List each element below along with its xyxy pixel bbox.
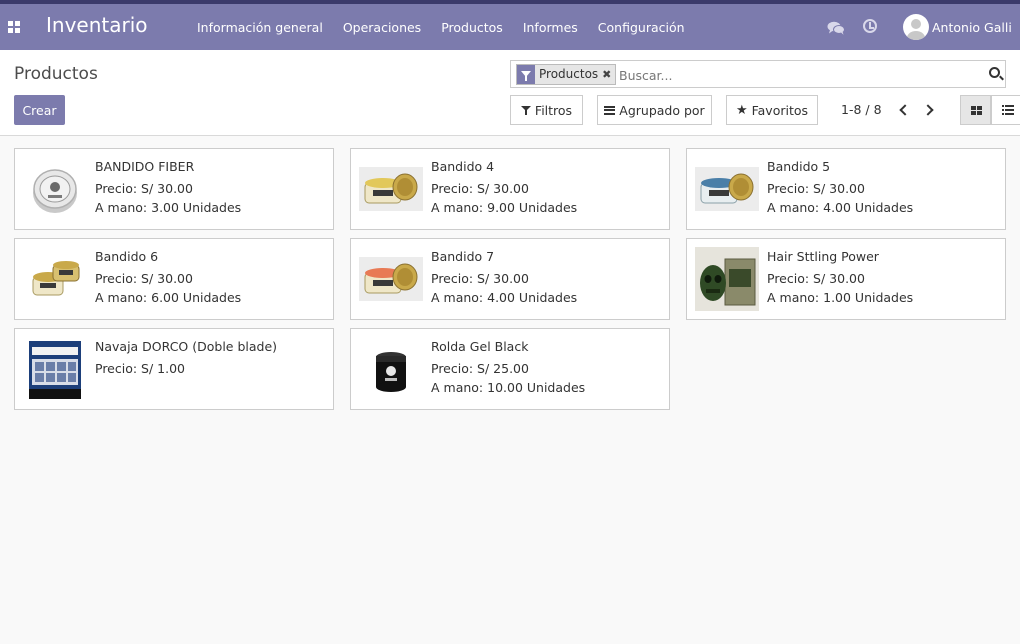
list-view-button[interactable]: [991, 95, 1020, 125]
filter-icon: [517, 65, 535, 84]
product-image: [359, 257, 423, 301]
kanban-view-button[interactable]: [960, 95, 991, 125]
favorites-button[interactable]: ★ Favoritos: [726, 95, 818, 125]
product-stock: A mano: 4.00 Unidades: [767, 200, 914, 215]
product-stock: A mano: 9.00 Unidades: [431, 200, 578, 215]
product-card[interactable]: BANDIDO FIBER Precio: S/ 30.00 A mano: 3…: [14, 148, 334, 230]
view-switcher: [960, 95, 1020, 125]
product-card[interactable]: Bandido 5 Precio: S/ 30.00 A mano: 4.00 …: [686, 148, 1006, 230]
product-name: Hair Sttling Power: [767, 249, 879, 264]
search-bar[interactable]: Productos ✖: [510, 60, 1006, 88]
filters-button[interactable]: Filtros: [510, 95, 583, 125]
search-icon[interactable]: [989, 67, 1000, 78]
product-price: Precio: S/ 25.00: [431, 361, 529, 376]
product-name: Bandido 6: [95, 249, 159, 264]
menu-item-informacion-general[interactable]: Información general: [197, 20, 323, 35]
pager-next-chevron-right-icon[interactable]: [922, 103, 936, 117]
group-by-button[interactable]: Agrupado por: [597, 95, 712, 125]
list-icon: [1002, 105, 1014, 115]
product-price: Precio: S/ 30.00: [95, 271, 193, 286]
star-icon: ★: [735, 102, 748, 118]
product-stock: A mano: 3.00 Unidades: [95, 200, 242, 215]
filter-icon: [520, 105, 531, 115]
product-image: [359, 167, 423, 211]
product-stock: A mano: 4.00 Unidades: [431, 290, 578, 305]
product-image: [32, 261, 80, 296]
filters-label: Filtros: [534, 102, 573, 118]
user-avatar[interactable]: [903, 14, 929, 40]
product-kanban: BANDIDO FIBER Precio: S/ 30.00 A mano: 3…: [14, 148, 1006, 410]
product-name: BANDIDO FIBER: [95, 159, 195, 174]
pager-previous-chevron-left-icon[interactable]: [896, 103, 910, 117]
chat-icon[interactable]: [827, 21, 845, 35]
product-stock: A mano: 10.00 Unidades: [431, 380, 586, 395]
user-name[interactable]: Antonio Galli: [932, 20, 1012, 35]
product-price: Precio: S/ 30.00: [95, 181, 193, 196]
product-card[interactable]: Hair Sttling Power Precio: S/ 30.00 A ma…: [686, 238, 1006, 320]
product-image: [33, 169, 77, 213]
control-panel: Productos Crear Productos ✖ Filtros Agru…: [0, 50, 1020, 136]
product-name: Navaja DORCO (Doble blade): [95, 339, 278, 354]
product-card[interactable]: Rolda Gel Black Precio: S/ 25.00 A mano:…: [350, 328, 670, 410]
product-name: Bandido 4: [431, 159, 495, 174]
product-image: [29, 341, 81, 399]
search-input[interactable]: [619, 65, 969, 85]
search-facet: Productos ✖: [516, 64, 617, 85]
facet-remove-icon[interactable]: ✖: [602, 65, 615, 84]
product-card[interactable]: Bandido 7 Precio: S/ 30.00 A mano: 4.00 …: [350, 238, 670, 320]
app-title[interactable]: Inventario: [46, 13, 148, 37]
menu-item-configuracion[interactable]: Configuración: [598, 20, 685, 35]
pager-value[interactable]: 1-8 / 8: [841, 102, 882, 117]
product-price: Precio: S/ 30.00: [431, 271, 529, 286]
product-card[interactable]: Bandido 6 Precio: S/ 30.00 A mano: 6.00 …: [14, 238, 334, 320]
activity-clock-icon[interactable]: [863, 19, 877, 33]
product-price: Precio: S/ 30.00: [767, 271, 865, 286]
breadcrumb: Productos: [14, 64, 98, 84]
menu-item-operaciones[interactable]: Operaciones: [343, 20, 421, 35]
product-name: Rolda Gel Black: [431, 339, 529, 354]
product-image: [695, 167, 759, 211]
product-card[interactable]: Bandido 4 Precio: S/ 30.00 A mano: 9.00 …: [350, 148, 670, 230]
apps-menu-icon[interactable]: [8, 21, 20, 33]
product-stock: A mano: 1.00 Unidades: [767, 290, 914, 305]
product-price: Precio: S/ 30.00: [431, 181, 529, 196]
favorites-label: Favoritos: [751, 102, 809, 118]
product-price: Precio: S/ 1.00: [95, 361, 186, 376]
bars-icon: [604, 105, 616, 115]
group-by-label: Agrupado por: [619, 102, 705, 118]
product-card[interactable]: Navaja DORCO (Doble blade) Precio: S/ 1.…: [14, 328, 334, 410]
product-name: Bandido 7: [431, 249, 495, 264]
product-image: [376, 352, 406, 392]
product-name: Bandido 5: [767, 159, 831, 174]
top-navbar: Inventario Información general Operacion…: [0, 0, 1020, 50]
product-stock: A mano: 6.00 Unidades: [95, 290, 242, 305]
product-price: Precio: S/ 30.00: [767, 181, 865, 196]
menu-item-productos[interactable]: Productos: [441, 20, 503, 35]
create-button[interactable]: Crear: [14, 95, 65, 125]
main-menu: Información general Operaciones Producto…: [197, 20, 685, 35]
menu-item-informes[interactable]: Informes: [523, 20, 578, 35]
search-facet-label: Productos: [539, 67, 599, 81]
product-image: [695, 247, 759, 311]
kanban-icon: [971, 106, 982, 115]
